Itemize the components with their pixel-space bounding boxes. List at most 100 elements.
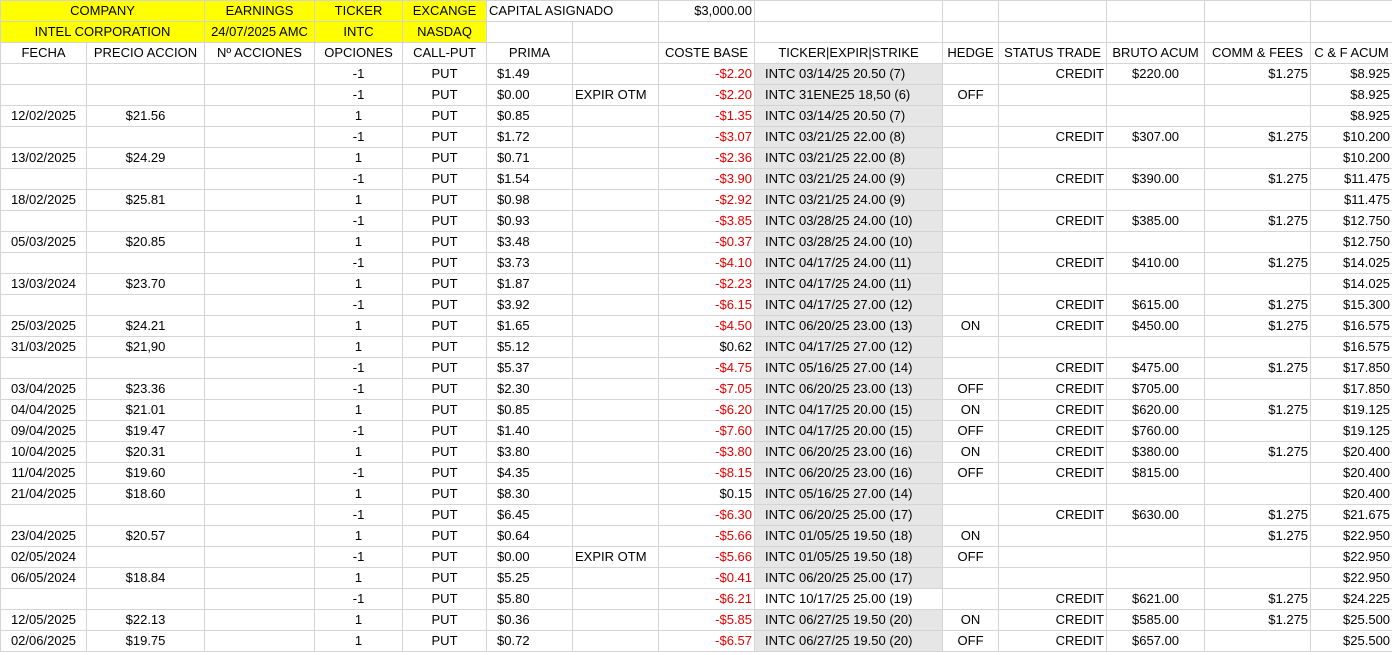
status-trade-cell[interactable] [998,483,1108,505]
opciones-cell[interactable]: 1 [314,336,404,358]
opciones-cell[interactable]: 1 [314,147,404,169]
hedge-cell[interactable]: OFF [942,84,1000,106]
acciones-cell[interactable] [204,252,316,274]
bruto-acum-cell[interactable]: $307.00 [1106,126,1206,148]
column-header-coste-base[interactable]: COSTE BASE [658,42,756,64]
ticker-expir-strike-cell[interactable]: INTC 06/20/25 25.00 (17) [754,567,944,589]
note-cell[interactable] [572,588,660,610]
ticker-expir-strike-cell[interactable]: INTC 04/17/25 24.00 (11) [754,273,944,295]
fecha-cell[interactable] [0,357,87,379]
opciones-cell[interactable]: 1 [314,483,404,505]
note-cell[interactable] [572,609,660,631]
bruto-acum-cell[interactable] [1106,147,1206,169]
ticker-expir-strike-cell[interactable]: INTC 03/14/25 20.50 (7) [754,105,944,127]
ticker-value-cell[interactable]: INTC [314,21,404,43]
column-header-prima[interactable]: PRIMA [486,42,574,64]
ticker-expir-strike-cell[interactable]: INTC 04/17/25 20.00 (15) [754,420,944,442]
comm-fees-cell[interactable]: $1.275 [1204,126,1312,148]
bruto-acum-cell[interactable] [1106,336,1206,358]
coste-base-cell[interactable]: -$3.90 [658,168,756,190]
ticker-expir-strike-cell[interactable]: INTC 03/14/25 20.50 (7) [754,63,944,85]
comm-fees-cell[interactable]: $1.275 [1204,399,1312,421]
opciones-cell[interactable]: 1 [314,399,404,421]
prima-cell[interactable]: $2.30 [486,378,574,400]
cf-acum-cell[interactable]: $17.850 [1310,378,1392,400]
coste-base-cell[interactable]: $0.62 [658,336,756,358]
empty-cell[interactable] [942,21,1000,43]
hedge-cell[interactable] [942,231,1000,253]
coste-base-cell[interactable]: -$3.85 [658,210,756,232]
empty-cell[interactable] [486,21,574,43]
prima-cell[interactable]: $1.72 [486,126,574,148]
fecha-cell[interactable]: 10/04/2025 [0,441,87,463]
bruto-acum-cell[interactable] [1106,483,1206,505]
fecha-cell[interactable]: 31/03/2025 [0,336,87,358]
opciones-cell[interactable]: -1 [314,210,404,232]
acciones-cell[interactable] [204,630,316,652]
earnings-label-cell[interactable]: EARNINGS [204,0,316,22]
coste-base-cell[interactable]: -$6.15 [658,294,756,316]
opciones-cell[interactable]: 1 [314,525,404,547]
bruto-acum-cell[interactable] [1106,525,1206,547]
comm-fees-cell[interactable] [1204,84,1312,106]
fecha-cell[interactable]: 06/05/2024 [0,567,87,589]
cf-acum-cell[interactable]: $24.225 [1310,588,1392,610]
fecha-cell[interactable]: 12/05/2025 [0,609,87,631]
status-trade-cell[interactable]: CREDIT [998,168,1108,190]
acciones-cell[interactable] [204,504,316,526]
note-cell[interactable] [572,273,660,295]
opciones-cell[interactable]: -1 [314,63,404,85]
coste-base-cell[interactable]: -$1.35 [658,105,756,127]
prima-cell[interactable]: $6.45 [486,504,574,526]
bruto-acum-cell[interactable] [1106,273,1206,295]
prima-cell[interactable]: $4.35 [486,462,574,484]
precio-cell[interactable]: $23.36 [85,378,206,400]
prima-cell[interactable]: $3.80 [486,441,574,463]
ticker-expir-strike-cell[interactable]: INTC 03/21/25 24.00 (9) [754,168,944,190]
ticker-expir-strike-cell[interactable]: INTC 04/17/25 20.00 (15) [754,399,944,421]
fecha-cell[interactable]: 09/04/2025 [0,420,87,442]
empty-cell[interactable] [1204,21,1312,43]
cf-acum-cell[interactable]: $22.950 [1310,567,1392,589]
column-header-n-acciones[interactable]: Nº ACCIONES [204,42,316,64]
prima-cell[interactable]: $3.48 [486,231,574,253]
exchange-value-cell[interactable]: NASDAQ [402,21,488,43]
hedge-cell[interactable] [942,168,1000,190]
cf-acum-cell[interactable]: $19.125 [1310,399,1392,421]
empty-cell[interactable] [754,21,944,43]
note-cell[interactable] [572,105,660,127]
hedge-cell[interactable] [942,567,1000,589]
acciones-cell[interactable] [204,420,316,442]
precio-cell[interactable]: $19.60 [85,462,206,484]
prima-cell[interactable]: $1.49 [486,63,574,85]
call-put-cell[interactable]: PUT [402,378,488,400]
call-put-cell[interactable]: PUT [402,336,488,358]
ticker-expir-strike-cell[interactable]: INTC 04/17/25 24.00 (11) [754,252,944,274]
fecha-cell[interactable]: 13/03/2024 [0,273,87,295]
note-cell[interactable] [572,231,660,253]
opciones-cell[interactable]: -1 [314,588,404,610]
comm-fees-cell[interactable] [1204,546,1312,568]
cf-acum-cell[interactable]: $8.925 [1310,84,1392,106]
bruto-acum-cell[interactable]: $380.00 [1106,441,1206,463]
column-header-cf-acum[interactable]: C & F ACUM [1310,42,1392,64]
column-header-fecha[interactable]: FECHA [0,42,87,64]
ticker-expir-strike-cell[interactable]: INTC 10/17/25 25.00 (19) [754,588,944,610]
status-trade-cell[interactable]: CREDIT [998,315,1108,337]
prima-cell[interactable]: $1.87 [486,273,574,295]
fecha-cell[interactable] [0,84,87,106]
precio-cell[interactable]: $20.31 [85,441,206,463]
bruto-acum-cell[interactable]: $657.00 [1106,630,1206,652]
coste-base-cell[interactable]: -$5.66 [658,546,756,568]
bruto-acum-cell[interactable]: $760.00 [1106,420,1206,442]
cf-acum-cell[interactable]: $19.125 [1310,420,1392,442]
column-header-ticker-expir-strike[interactable]: TICKER|EXPIR|STRIKE [754,42,944,64]
prima-cell[interactable]: $5.37 [486,357,574,379]
acciones-cell[interactable] [204,441,316,463]
cf-acum-cell[interactable]: $15.300 [1310,294,1392,316]
coste-base-cell[interactable]: -$0.37 [658,231,756,253]
hedge-cell[interactable]: OFF [942,378,1000,400]
prima-cell[interactable]: $0.71 [486,147,574,169]
comm-fees-cell[interactable]: $1.275 [1204,504,1312,526]
note-cell[interactable] [572,315,660,337]
